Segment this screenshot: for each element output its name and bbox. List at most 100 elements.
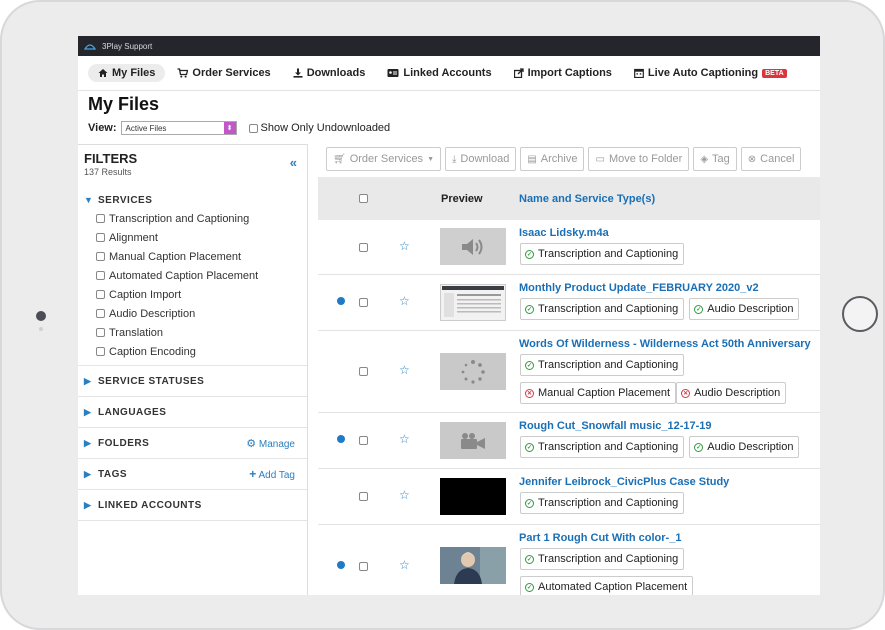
table-row[interactable]: ☆ Words Of Wilderness - Wilderness Act 5…	[318, 331, 820, 413]
archive-button[interactable]: ▤ Archive	[520, 147, 585, 171]
caret-right-icon: ▶	[84, 406, 92, 417]
checkbox[interactable]	[96, 328, 105, 337]
file-name-link[interactable]: Monthly Product Update_FEBRUARY 2020_v2	[519, 282, 759, 294]
tab-downloads[interactable]: Downloads	[283, 64, 376, 82]
service-filter-item[interactable]: Manual Caption Placement	[78, 247, 307, 266]
filter-section-linked-accounts[interactable]: ▶ LINKED ACCOUNTS	[78, 490, 307, 520]
download-button[interactable]: ⤓ Download	[445, 147, 517, 171]
tab-order-services[interactable]: Order Services	[167, 64, 280, 82]
checkbox[interactable]	[248, 123, 258, 133]
service-tags: ✓ Transcription and Captioning ✕ Manual Ca…	[520, 354, 820, 410]
column-name[interactable]: Name and Service Type(s)	[519, 193, 655, 205]
row-checkbox[interactable]	[359, 298, 368, 307]
file-thumbnail[interactable]	[440, 284, 506, 321]
tab-linked-accounts[interactable]: Linked Accounts	[377, 64, 501, 82]
view-select[interactable]: Active Files ⬍	[120, 121, 237, 135]
service-tag[interactable]: ✓ Transcription and Captioning	[520, 354, 685, 376]
table-row[interactable]: ☆ Isaac Lidsky.m4a ✓ Transcription and Ca…	[318, 220, 820, 275]
column-preview: Preview	[441, 192, 483, 205]
checkbox[interactable]	[96, 271, 105, 280]
collapse-sidebar-icon[interactable]: «	[290, 155, 297, 170]
service-tag[interactable]: ✓ Transcription and Captioning	[520, 548, 685, 570]
add-tag-link[interactable]: + Add Tag	[249, 467, 295, 481]
row-checkbox[interactable]	[359, 243, 368, 252]
service-tag[interactable]: ✓ Audio Description	[689, 436, 800, 458]
file-name-link[interactable]: Jennifer Leibrock_CivicPlus Case Study	[519, 476, 729, 488]
service-filter-item[interactable]: Caption Import	[78, 285, 307, 304]
cancel-button[interactable]: ⊗ Cancel	[740, 147, 802, 171]
file-thumbnail[interactable]	[440, 478, 506, 515]
check-circle-icon: ✓	[525, 554, 534, 564]
caret-down-icon: ▼	[84, 195, 94, 205]
file-thumbnail[interactable]	[440, 353, 506, 390]
filter-section-languages[interactable]: ▶ LANGUAGES	[78, 397, 307, 427]
show-undownloaded-toggle[interactable]: Show Only Undownloaded	[248, 122, 390, 134]
tab-live-auto-captioning[interactable]: Live Auto Captioning BETA	[624, 64, 797, 82]
service-tag-label: Transcription and Captioning	[538, 553, 679, 565]
home-button[interactable]	[842, 296, 878, 332]
table-row[interactable]: ☆ Jennifer Leibrock_CivicPlus Case Study…	[318, 469, 820, 525]
file-thumbnail[interactable]	[440, 228, 506, 265]
checkbox[interactable]	[96, 290, 105, 299]
filter-section-tags[interactable]: ▶ TAGS + Add Tag	[78, 459, 307, 489]
star-icon[interactable]: ☆	[399, 558, 410, 572]
service-tag[interactable]: ✓ Transcription and Captioning	[520, 298, 685, 320]
service-filter-item[interactable]: Audio Description	[78, 304, 307, 323]
star-icon[interactable]: ☆	[399, 239, 410, 253]
error-circle-icon: ✕	[681, 388, 691, 398]
service-tag[interactable]: ✓ Audio Description	[689, 298, 800, 320]
row-checkbox[interactable]	[359, 562, 368, 571]
service-tag-label: Transcription and Captioning	[538, 497, 679, 509]
service-tag[interactable]: ✓ Transcription and Captioning	[520, 243, 685, 265]
top-bar: 3Play Support	[78, 36, 820, 56]
star-icon[interactable]: ☆	[399, 294, 410, 308]
tab-import-captions[interactable]: Import Captions	[504, 64, 622, 82]
view-select-value: Active Files	[125, 123, 167, 133]
star-icon[interactable]: ☆	[399, 432, 410, 446]
service-tag[interactable]: ✓ Transcription and Captioning	[520, 492, 685, 514]
file-name-link[interactable]: Rough Cut_Snowfall music_12-17-19	[519, 420, 712, 432]
table-row[interactable]: ☆ Part 1 Rough Cut With color-_1 ✓ Transc…	[318, 525, 820, 595]
id-card-icon	[387, 69, 399, 77]
checkbox[interactable]	[96, 309, 105, 318]
order-services-button[interactable]: 🛒︎ Order Services ▼	[326, 147, 441, 171]
star-icon[interactable]: ☆	[399, 488, 410, 502]
filter-section-service-statuses[interactable]: ▶ SERVICE STATUSES	[78, 366, 307, 396]
brand-name[interactable]: 3Play Support	[102, 42, 152, 51]
button-label: Download	[460, 153, 510, 165]
service-tag[interactable]: ✓ Automated Caption Placement	[520, 576, 694, 595]
row-checkbox[interactable]	[359, 492, 368, 501]
service-filter-label: Alignment	[109, 231, 158, 244]
service-filter-item[interactable]: Translation	[78, 323, 307, 342]
service-filter-item[interactable]: Alignment	[78, 228, 307, 247]
main-nav: My Files Order Services Downloads Linked…	[78, 56, 820, 91]
file-thumbnail[interactable]	[440, 422, 506, 459]
tab-my-files[interactable]: My Files	[88, 64, 166, 82]
star-icon[interactable]: ☆	[399, 363, 410, 377]
checkbox[interactable]	[96, 233, 105, 242]
service-tag[interactable]: ✕ Manual Caption Placement	[520, 382, 677, 404]
file-name-link[interactable]: Isaac Lidsky.m4a	[519, 227, 609, 239]
file-thumbnail[interactable]	[440, 547, 506, 584]
service-filter-item[interactable]: Automated Caption Placement	[78, 266, 307, 285]
checkbox[interactable]	[96, 214, 105, 223]
service-tag[interactable]: ✕ Audio Description	[676, 382, 787, 404]
tag-button[interactable]: ◈ Tag	[693, 147, 737, 171]
file-name-link[interactable]: Words Of Wilderness - Wilderness Act 50t…	[519, 338, 811, 350]
select-all-checkbox[interactable]	[359, 194, 368, 203]
service-filter-item[interactable]: Caption Encoding	[78, 342, 307, 361]
check-circle-icon: ✓	[525, 249, 534, 259]
file-name-link[interactable]: Part 1 Rough Cut With color-_1	[519, 532, 681, 544]
row-checkbox[interactable]	[359, 367, 368, 376]
check-circle-icon: ✓	[525, 498, 534, 508]
table-row[interactable]: ☆ Rough Cut_Snowfall music_12-17-19 ✓ Tra…	[318, 413, 820, 469]
move-to-folder-button[interactable]: ▭ Move to Folder	[588, 147, 690, 171]
row-checkbox[interactable]	[359, 436, 368, 445]
checkbox[interactable]	[96, 347, 105, 356]
checkbox[interactable]	[96, 252, 105, 261]
filter-section-folders[interactable]: ▶ FOLDERS ⚙ Manage	[78, 428, 307, 458]
manage-folders-link[interactable]: ⚙ Manage	[246, 437, 295, 450]
service-tag[interactable]: ✓ Transcription and Captioning	[520, 436, 685, 458]
filter-section-services[interactable]: ▼ SERVICES	[78, 185, 307, 215]
table-row[interactable]: ☆ Monthly Product Update_FEBRUARY 2020_v…	[318, 275, 820, 331]
